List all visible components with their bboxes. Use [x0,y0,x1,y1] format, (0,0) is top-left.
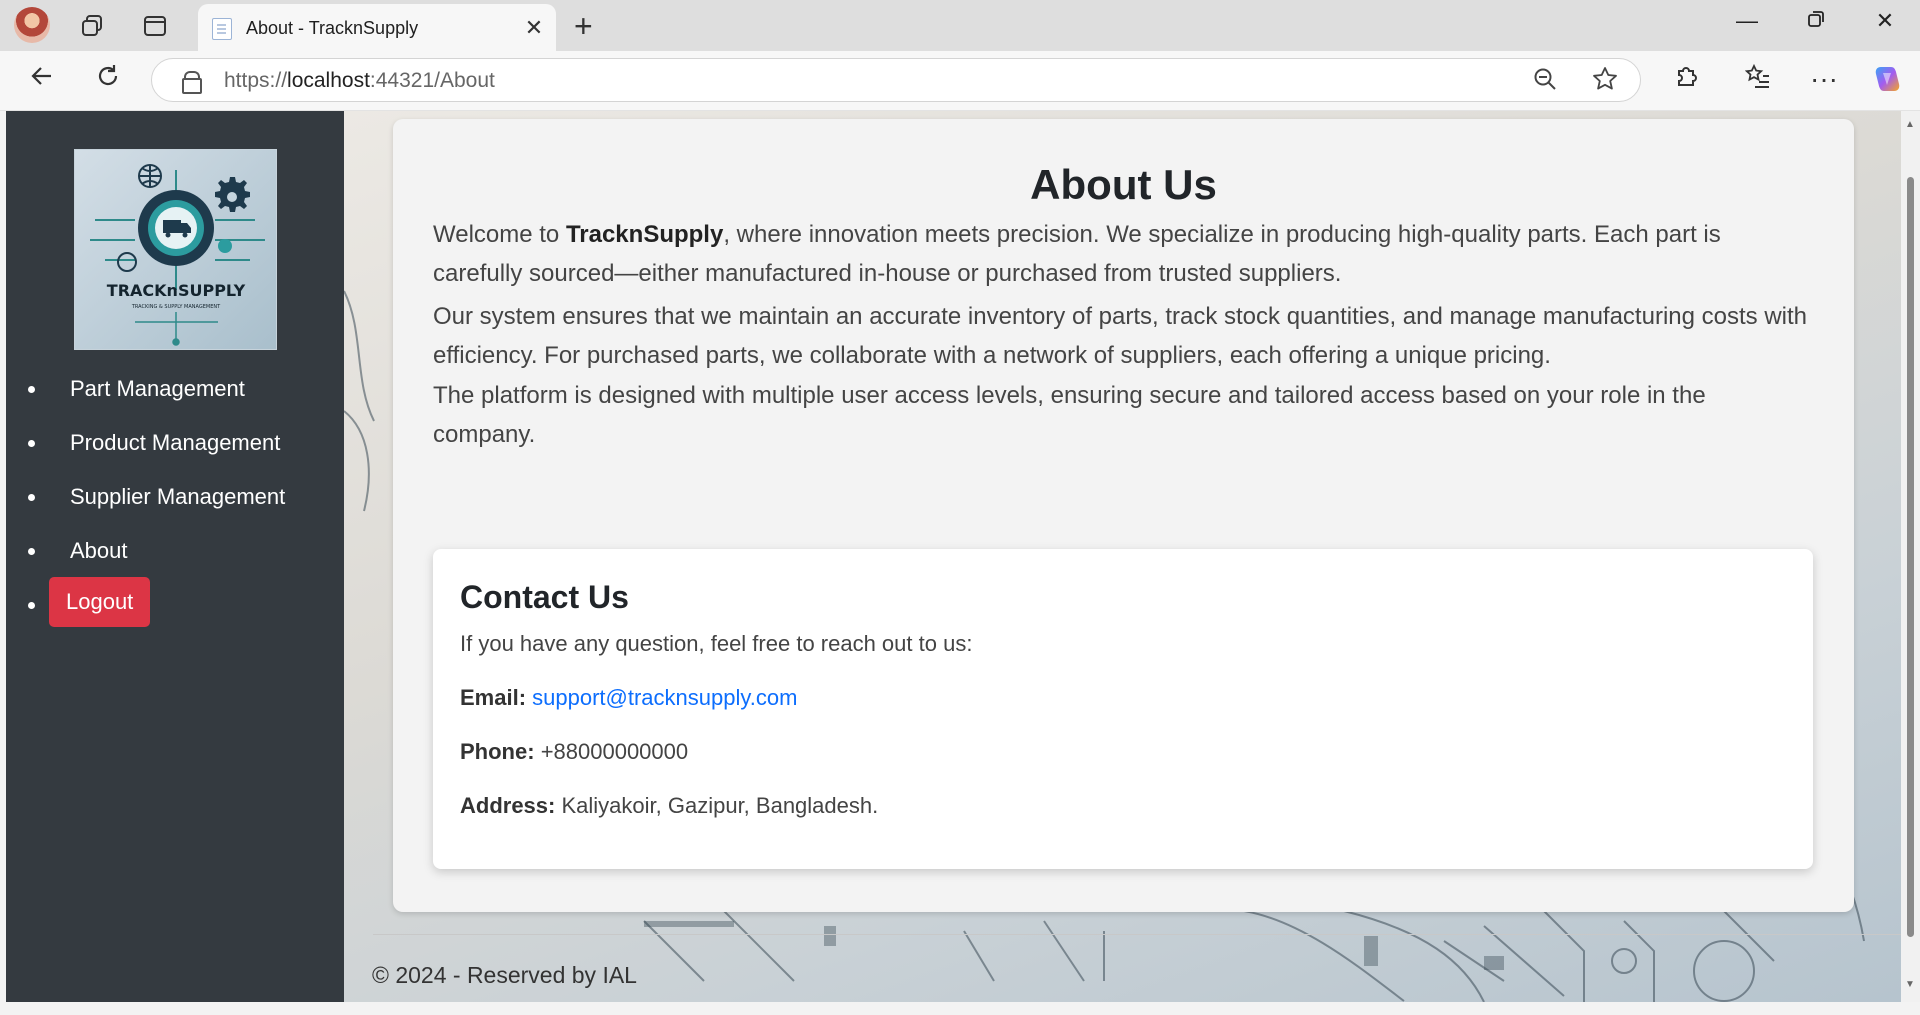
contact-card: Contact Us If you have any question, fee… [433,549,1813,869]
page-favicon-icon [212,18,232,40]
about-paragraph-1: Welcome to TracknSupply, where innovatio… [433,221,1721,287]
tracknsupply-logo[interactable]: TRACKnSUPPLY TRACKING & SUPPLY MANAGEMEN… [74,149,277,350]
new-tab-icon[interactable]: + [574,8,593,45]
close-window-icon[interactable]: ✕ [1865,8,1905,34]
url-text: https://localhost:44321/About [224,69,495,92]
address-value: Kaliyakoir, Gazipur, Bangladesh. [561,793,879,818]
logout-button[interactable]: Logout [49,577,151,627]
restore-icon[interactable] [1796,8,1836,34]
scroll-up-arrow-icon[interactable]: ▲ [1905,119,1915,130]
sidebar-nav: Part Management Product Management Suppl… [6,361,344,631]
circuit-background: About Us Welcome to TracknSupply, where … [344,111,1901,1002]
sidebar-link-about[interactable]: About [70,538,128,564]
page-scrollbar[interactable]: ▲ ▼ [1901,111,1920,1002]
close-tab-icon[interactable]: ✕ [522,15,546,41]
sidebar-link-supplier-management[interactable]: Supplier Management [70,484,285,510]
sidebar-item-about: About [6,523,344,577]
logo-subtitle: TRACKING & SUPPLY MANAGEMENT [131,304,221,310]
url-field[interactable]: https://localhost:44321/About [151,58,1641,102]
refresh-icon[interactable] [88,63,128,96]
web-page: TRACKnSUPPLY TRACKING & SUPPLY MANAGEMEN… [6,111,1920,1002]
contact-phone-row: Phone: +88000000000 [460,739,689,764]
email-link[interactable]: support@tracknsupply.com [532,685,797,710]
about-paragraph-3: The platform is designed with multiple u… [433,382,1706,448]
contact-title: Contact Us [460,579,629,615]
more-menu-icon[interactable]: ··· [1804,63,1844,95]
about-paragraph-2: Our system ensures that we maintain an a… [433,303,1807,369]
tab-title: About - TracknSupply [246,18,419,38]
contact-address-row: Address: Kaliyakoir, Gazipur, Bangladesh… [460,793,879,818]
tab-about[interactable]: About - TracknSupply ✕ [198,4,556,51]
extensions-icon[interactable] [1666,63,1706,96]
logo-title: TRACKnSUPPLY [107,281,246,300]
sidebar-link-part-management[interactable]: Part Management [70,376,245,402]
phone-value: +88000000000 [540,739,689,764]
sidebar-link-product-management[interactable]: Product Management [70,430,280,456]
scroll-down-arrow-icon[interactable]: ▼ [1905,979,1915,990]
back-arrow-icon[interactable] [22,63,62,96]
browser-address-bar: https://localhost:44321/About ··· [0,51,1920,111]
favorite-star-icon[interactable] [1592,66,1618,99]
zoom-out-icon[interactable] [1532,66,1558,99]
favorites-list-icon[interactable] [1738,63,1778,96]
lock-icon[interactable] [182,71,202,94]
sidebar-item-product-management: Product Management [6,415,344,469]
brand-name: TracknSupply [565,221,724,248]
contact-intro: If you have any question, feel free to r… [460,631,973,656]
sidebar-item-supplier-management: Supplier Management [6,469,344,523]
footer-text: © 2024 - Reserved by IAL [372,962,637,988]
minimize-icon[interactable]: — [1727,8,1767,34]
footer-divider [373,934,1913,935]
scrollbar-thumb[interactable] [1907,177,1914,937]
sidebar: TRACKnSUPPLY TRACKING & SUPPLY MANAGEMEN… [6,111,344,1002]
page-title: About Us [1030,161,1217,208]
contact-email-row: Email: support@tracknsupply.com [460,685,798,710]
sidebar-item-part-management: Part Management [6,361,344,415]
sidebar-item-logout: Logout [6,577,344,631]
copilot-icon[interactable] [1867,63,1907,102]
about-card: About Us Welcome to TracknSupply, where … [393,119,1854,912]
profile-avatar[interactable] [14,7,50,43]
collections-icon[interactable] [76,10,108,42]
tab-actions-icon[interactable] [139,10,171,42]
browser-tab-bar: About - TracknSupply ✕ + — ✕ [0,0,1920,51]
